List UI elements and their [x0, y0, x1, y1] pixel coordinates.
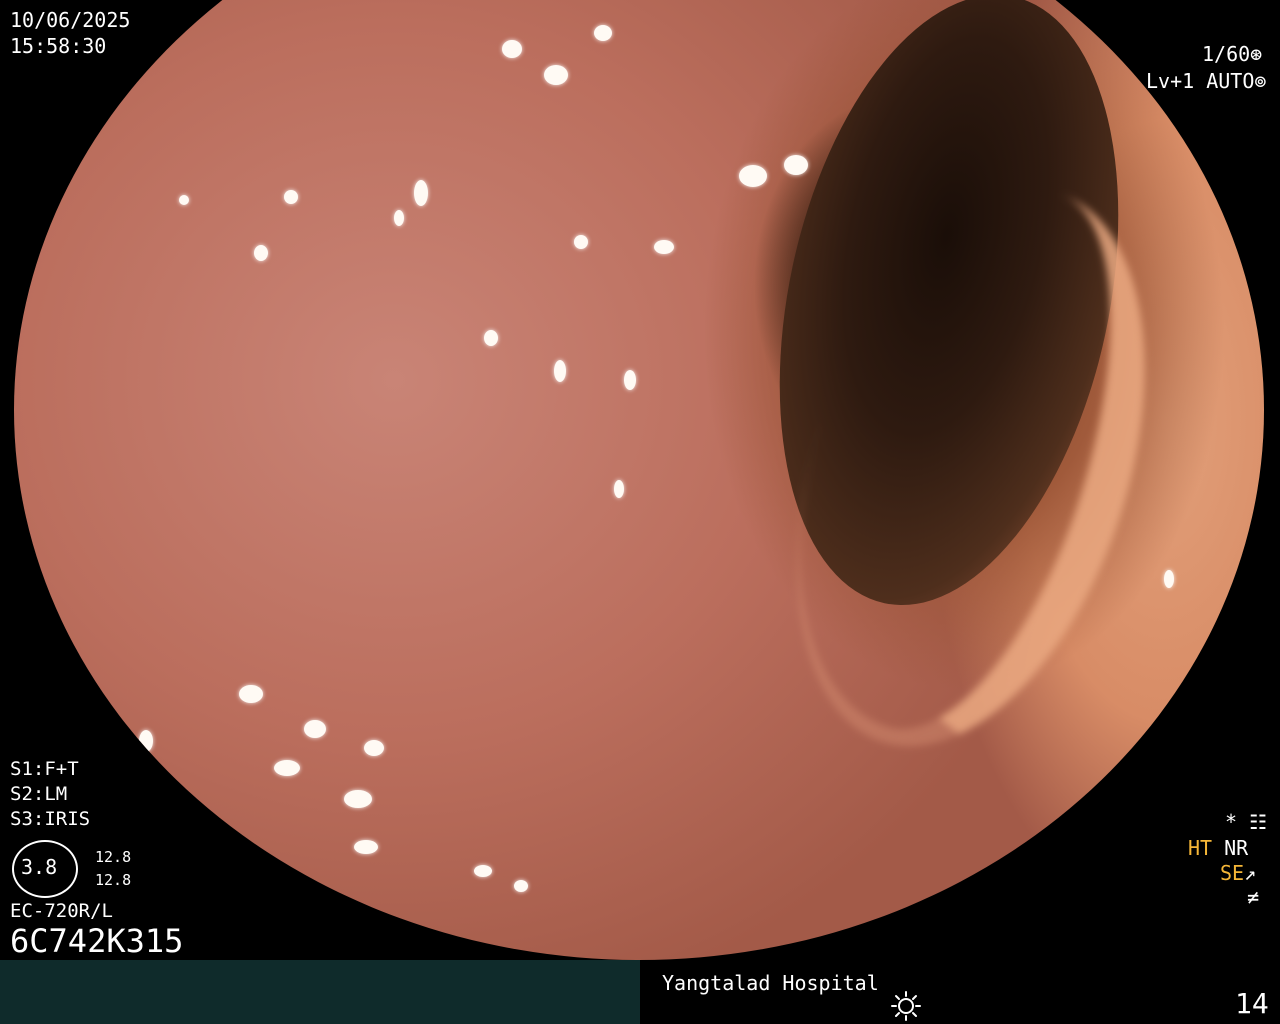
specular-reflection	[474, 865, 492, 877]
endoscopic-view	[14, 0, 1264, 960]
switch-2-label: S2:LM	[10, 783, 68, 805]
specular-reflection	[514, 880, 528, 892]
aperture-icon: ⊛	[1250, 42, 1263, 66]
serial-number-label: 6C742K315	[10, 922, 184, 960]
specular-reflection	[554, 360, 566, 382]
level-mode-label: Lv+1 AUTO⊚	[1146, 71, 1266, 91]
magnification-value: 3.8	[21, 855, 58, 879]
se-label: SE	[1220, 861, 1245, 885]
specular-reflection	[394, 210, 404, 226]
date-label: 10/06/2025	[10, 8, 131, 32]
scope-model-label: EC-720R/L	[10, 900, 113, 922]
specular-reflection	[139, 730, 153, 752]
specular-reflection	[179, 195, 189, 205]
not-equal-icon: ≠	[1247, 885, 1260, 909]
footer-left-bar	[0, 960, 640, 1024]
specular-reflection	[784, 155, 808, 175]
specular-reflection	[594, 25, 612, 41]
specular-reflection	[239, 685, 263, 703]
specular-reflection	[304, 720, 326, 738]
enhancement-icon: ↗	[1244, 861, 1257, 885]
specular-reflection	[414, 180, 428, 206]
specular-reflection	[364, 740, 384, 756]
switch-3-label: S3:IRIS	[10, 808, 91, 830]
ht-label: HT	[1188, 836, 1213, 860]
nr-label: NR	[1224, 836, 1249, 860]
not-equal-indicator: ≠	[1247, 887, 1259, 907]
mag-value-2: 12.8	[95, 871, 132, 889]
time-label: 15:58:30	[10, 34, 107, 58]
specular-reflection	[502, 40, 522, 58]
se-indicator: SE↗	[1220, 863, 1256, 883]
sun-icon	[891, 991, 921, 1021]
ht-nr-indicator: HT NR	[1188, 838, 1248, 858]
specular-reflection	[354, 840, 378, 854]
shutter-speed-value: 1/60	[1202, 42, 1251, 66]
mode-value: AUTO	[1206, 69, 1255, 93]
specular-reflection	[284, 190, 298, 204]
specular-reflection	[484, 330, 498, 346]
specular-reflection	[254, 245, 268, 261]
footer-right-bar: Yangtalad Hospital 14	[640, 960, 1280, 1024]
specular-reflection	[614, 480, 624, 498]
specular-reflection	[1164, 570, 1174, 588]
switch-1-label: S1:F+T	[10, 758, 79, 780]
asterisk-indicator: * ☷	[1225, 812, 1267, 832]
mag-value-1: 12.8	[95, 848, 132, 866]
shutter-speed-label: 1/60⊛	[1202, 44, 1262, 64]
specular-reflection	[544, 65, 568, 85]
hospital-name-label: Yangtalad Hospital	[662, 971, 879, 995]
specular-reflection	[739, 165, 767, 187]
specular-reflection	[274, 760, 300, 776]
specular-reflection	[344, 790, 372, 808]
frame-number-label: 14	[1235, 987, 1269, 1020]
specular-reflection	[574, 235, 588, 249]
level-value: Lv+1	[1146, 69, 1195, 93]
settings-panel-icon: ☷	[1249, 810, 1268, 834]
specular-reflection	[624, 370, 636, 390]
asterisk-symbol: *	[1225, 810, 1238, 834]
iris-icon: ⊚	[1254, 69, 1267, 93]
specular-reflection	[654, 240, 674, 254]
